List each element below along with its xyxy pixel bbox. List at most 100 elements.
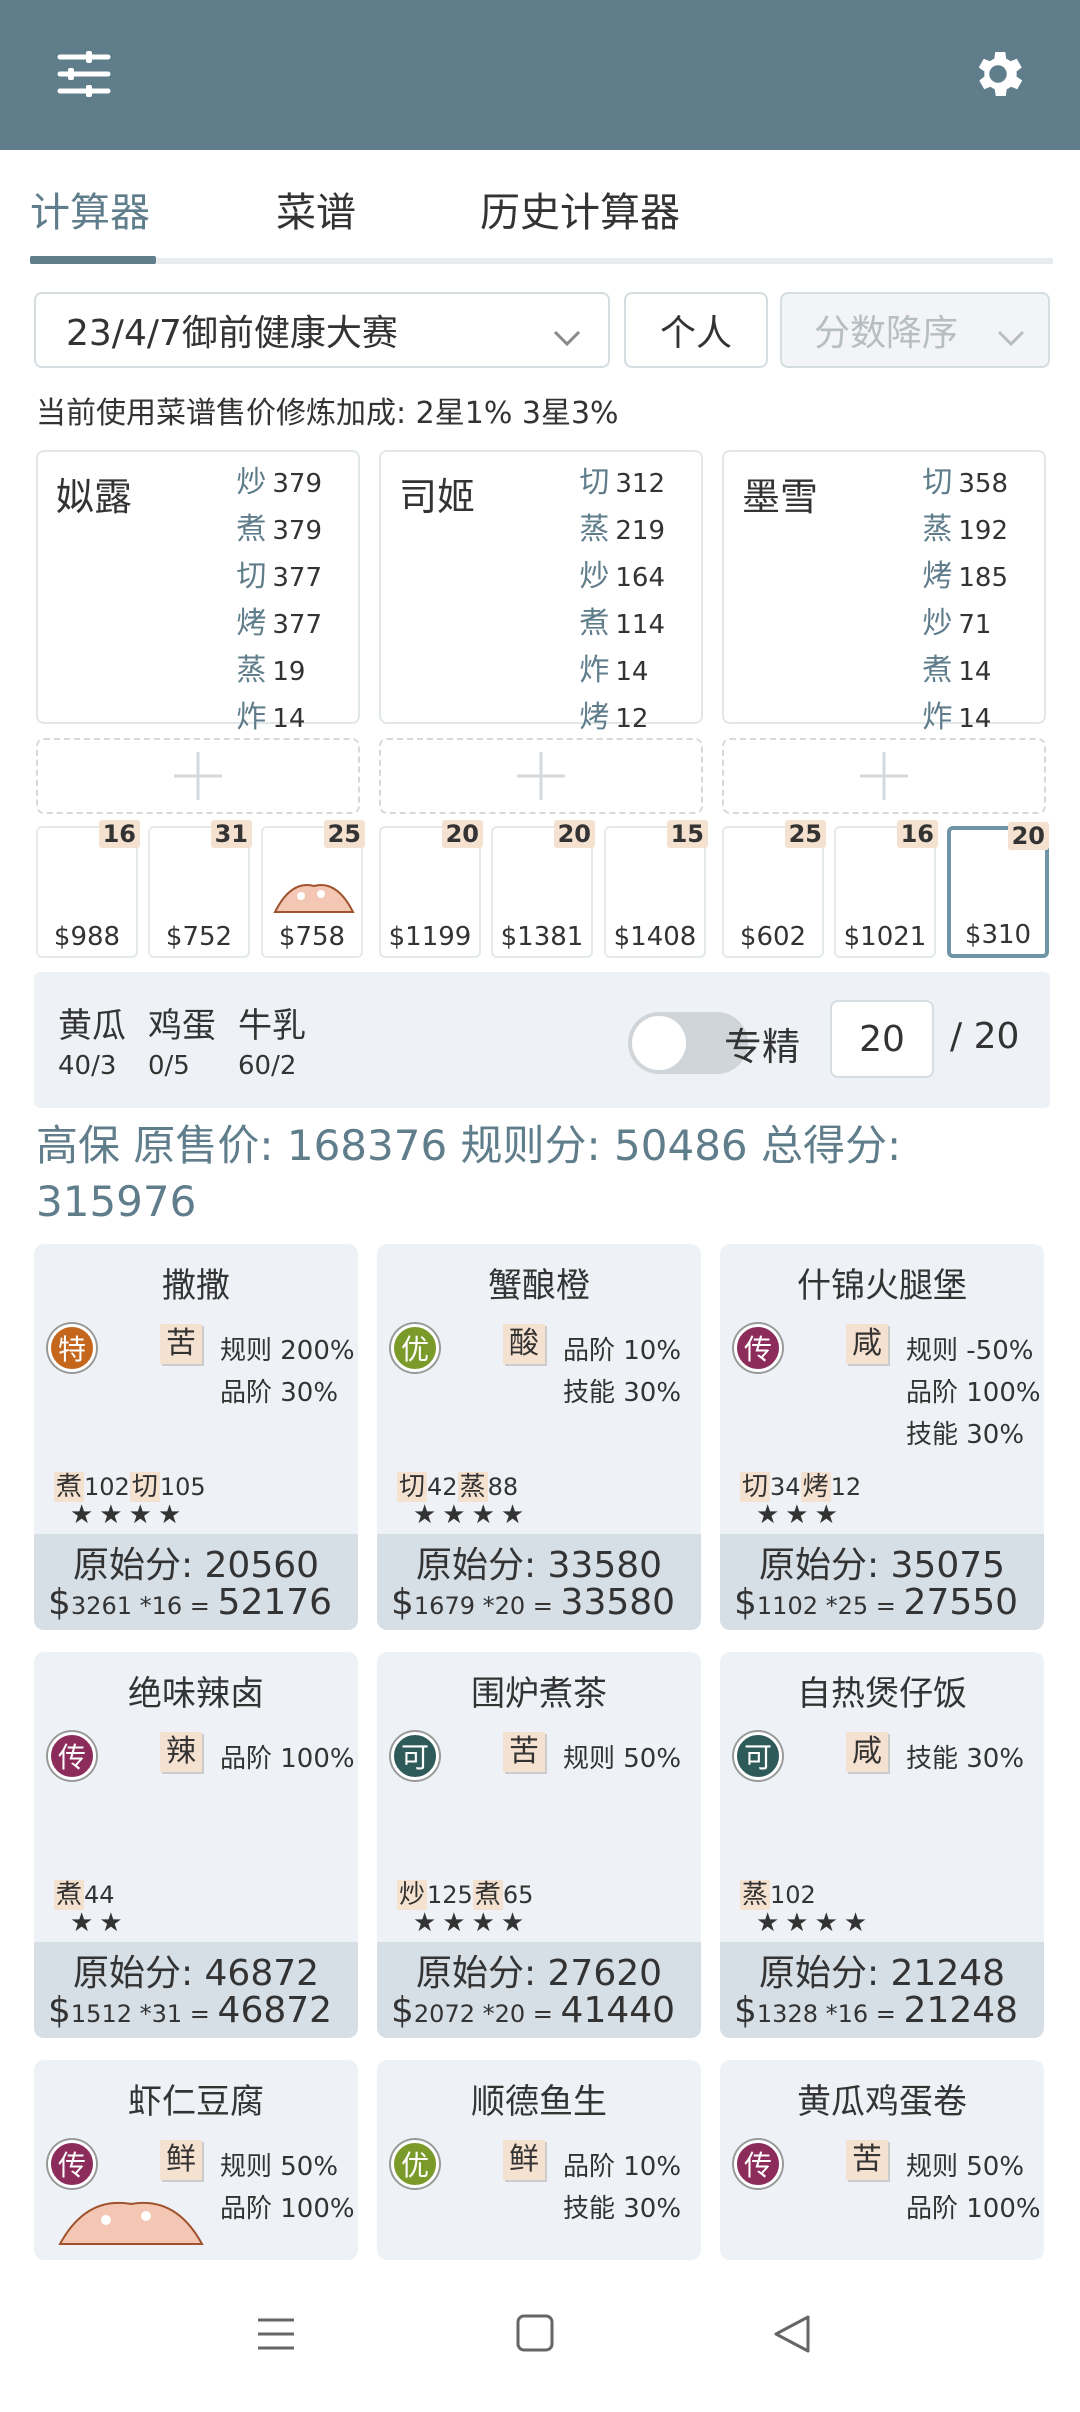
chef-card[interactable]: 司姬切 312 蒸 219 炒 164 煮 114 炸 14 烤 12	[379, 450, 703, 735]
skill-value: 219	[615, 516, 665, 546]
dish-price: $602	[739, 922, 807, 952]
skill-requirements: 煮44	[54, 1874, 115, 1911]
home-icon[interactable]	[516, 2314, 554, 2356]
bonus-list: 技能 30%	[906, 1738, 1024, 1780]
recipe-card[interactable]: 自热煲仔饭可 咸技能 30% 蒸102 ★★★★ 原始分: 21248 $1328 *16…	[720, 1652, 1044, 2038]
total-score: 52176	[217, 1582, 333, 1623]
skill-value: 102	[770, 1881, 816, 1909]
menu-icon[interactable]	[256, 2316, 296, 2356]
dish-slot[interactable]: 20 $1199	[379, 820, 483, 958]
skill-value: 34	[770, 1473, 801, 1501]
bonus-list: 规则 50% 品阶 100%	[906, 2146, 1041, 2230]
add-equipment-slot[interactable]	[722, 738, 1046, 814]
chef-skill-row: 烤 185	[922, 554, 1008, 601]
chef-skill-row: 切 312	[579, 460, 665, 507]
unit-price: 1102	[756, 1592, 818, 1620]
event-select[interactable]: 23/4/7御前健康大赛	[34, 292, 610, 368]
chef-skill-row: 烤 377	[236, 601, 322, 648]
recipe-card[interactable]: 虾仁豆腐传 鲜规则 50% 品阶 100%	[34, 2060, 358, 2260]
toggle-knob	[632, 1016, 686, 1070]
skill-type: 蒸	[236, 653, 267, 688]
bonus-item: 品阶 100%	[906, 1378, 1041, 1408]
dish-slot[interactable]: 16 $988	[36, 820, 140, 958]
equals-sign: =	[182, 1592, 218, 1620]
bonus-item: 技能 30%	[563, 2194, 682, 2224]
skill-value: 192	[958, 516, 1008, 546]
total-score: 21248	[903, 1990, 1019, 2031]
skill-value: 14	[272, 704, 306, 734]
skill-type: 蒸	[922, 512, 953, 547]
recipe-card[interactable]: 围炉煮茶可 苦规则 50% 炒125煮65 ★★★★ 原始分: 27620 $2072 *…	[377, 1652, 701, 2038]
ingredient-item: 牛乳 60/2	[238, 998, 306, 1081]
bonus-list: 规则 50%	[563, 1738, 681, 1780]
equals-sign: =	[182, 2000, 218, 2028]
chef-skill-row: 炸 14	[922, 695, 1008, 742]
bonus-item: 规则 50%	[563, 1744, 682, 1774]
ingredient-item: 黄瓜 40/3	[58, 998, 126, 1081]
rarity-badge: 传	[734, 1324, 782, 1372]
specialize-label: 专精	[724, 1025, 801, 1069]
chef-name: 司姬	[399, 475, 476, 519]
raw-score: 原始分: 46872	[72, 1953, 320, 1994]
skill-value: 379	[272, 516, 322, 546]
recipe-card[interactable]: 撒撒特 苦规则 200% 品阶 30% 煮102切105 ★★★★ 原始分: 20560 $…	[34, 1244, 358, 1630]
recipe-card[interactable]: 绝味辣卤传 辣品阶 100% 煮44 ★★ 原始分: 46872 $1512 *31 = …	[34, 1652, 358, 2038]
mode-select[interactable]: 个人	[624, 292, 768, 368]
dish-slot[interactable]: 16 $1021	[834, 820, 938, 958]
ingredient-qty: 0/5	[148, 1051, 190, 1081]
chef-card[interactable]: 墨雪切 358 蒸 192 烤 185 炒 71 煮 14 炸 14	[722, 450, 1046, 735]
dollar-icon: $	[48, 1990, 71, 2031]
dish-slot[interactable]: 25 $602	[722, 820, 826, 958]
dish-slot[interactable]: 31 $752	[148, 820, 252, 958]
skill-requirements: 炒125煮65	[397, 1874, 533, 1911]
ingredient-qty: 40/3	[58, 1051, 117, 1081]
taste-tag: 鲜	[503, 2140, 545, 2180]
skill-type: 蒸	[579, 512, 610, 547]
bonus-item: 规则 50%	[906, 2152, 1025, 2182]
back-icon[interactable]	[772, 2314, 812, 2358]
recipe-card[interactable]: 顺德鱼生优 鲜品阶 10% 技能 30%	[377, 2060, 701, 2260]
filter-sliders-icon[interactable]	[46, 36, 122, 112]
score-box: 原始分: 46872 $1512 *31 = 46872	[34, 1942, 358, 2038]
skill-requirements: 切34烤12	[740, 1466, 861, 1503]
chef-skill-row: 炒 164	[579, 554, 665, 601]
add-equipment-slot[interactable]	[379, 738, 703, 814]
bonus-item: 技能 30%	[906, 1420, 1025, 1450]
recipe-card[interactable]: 黄瓜鸡蛋卷传 苦规则 50% 品阶 100%	[720, 2060, 1044, 2260]
skill-type: 炒	[922, 606, 953, 641]
bonus-item: 规则 50%	[220, 2152, 339, 2182]
recipe-card[interactable]: 什锦火腿堡传 咸规则 -50% 品阶 100% 技能 30% 切34烤12 ★★★ 原始分:…	[720, 1244, 1044, 1630]
quantity-input[interactable]: 20	[830, 1000, 934, 1078]
star-rating: ★★★★	[756, 1908, 874, 1938]
dish-price: $1408	[613, 922, 697, 952]
settings-gear-icon[interactable]	[960, 36, 1036, 112]
skill-value: 102	[84, 1473, 130, 1501]
chef-skill-row: 煮 14	[922, 648, 1008, 695]
skill-type: 炸	[922, 700, 953, 735]
tab-history-calculator[interactable]: 历史计算器	[480, 180, 680, 238]
tab-calculator[interactable]: 计算器	[30, 180, 150, 238]
dish-slot[interactable]: 15 $1408	[604, 820, 708, 958]
chef-card[interactable]: 姒露炒 379 煮 379 切 377 烤 377 蒸 19 炸 14	[36, 450, 360, 735]
rarity-badge: 特	[48, 1324, 96, 1372]
dish-slot[interactable]: 20 $310	[947, 822, 1049, 958]
sort-select[interactable]: 分数降序	[780, 292, 1050, 368]
equals-sign: =	[525, 1592, 561, 1620]
skill-type: 烤	[236, 606, 267, 641]
unit-price: 3261	[70, 1592, 132, 1620]
tab-recipes[interactable]: 菜谱	[276, 180, 356, 238]
recipe-card[interactable]: 蟹酿橙优 酸品阶 10% 技能 30% 切42蒸88 ★★★★ 原始分: 33580 $16…	[377, 1244, 701, 1630]
dish-price: $1021	[843, 922, 927, 952]
multiplier: *20	[482, 1592, 526, 1620]
multiplier: *16	[825, 2000, 869, 2028]
system-nav-bar	[0, 2260, 1080, 2412]
dish-slot[interactable]: 20 $1381	[491, 820, 595, 958]
add-equipment-slot[interactable]	[36, 738, 360, 814]
dish-count-badge: 20	[553, 820, 595, 848]
score-box: 原始分: 33580 $1679 *20 = 33580	[377, 1534, 701, 1630]
dish-slot[interactable]: 25 $758	[261, 820, 365, 958]
bonus-list: 品阶 100%	[220, 1738, 355, 1780]
ingredient-panel: 黄瓜 40/3 鸡蛋 0/5 牛乳 60/2 专精 20 / 20	[34, 972, 1050, 1108]
chef-skill-list: 切 312 蒸 219 炒 164 煮 114 炸 14 烤 12	[579, 460, 665, 742]
